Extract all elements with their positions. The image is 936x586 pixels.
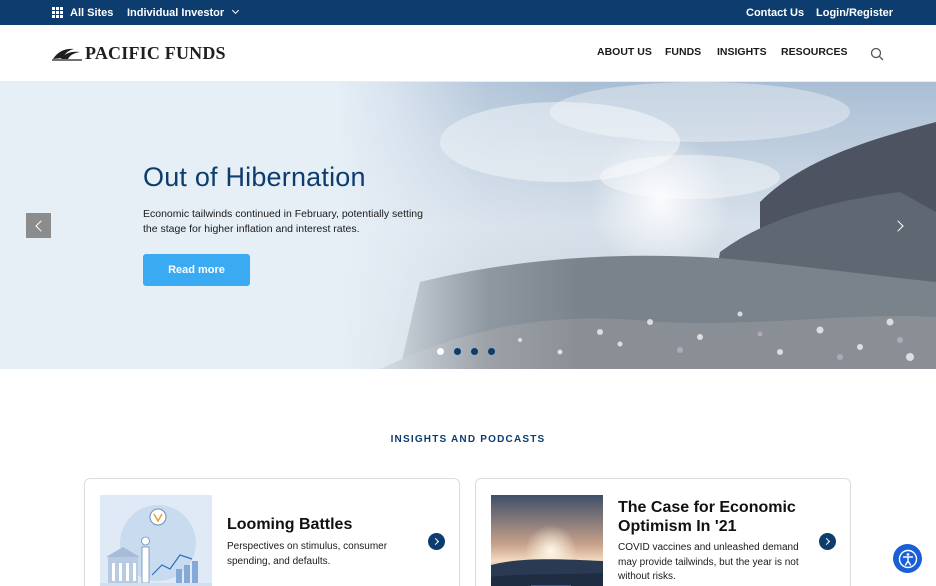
carousel-dot-1[interactable] [437, 348, 444, 355]
chevron-right-icon [892, 220, 904, 232]
hero-carousel: Out of Hibernation Economic tailwinds co… [0, 82, 936, 369]
card-description: COVID vaccines and unleashed demand may … [618, 542, 799, 582]
carousel-dots [437, 348, 495, 355]
audience-label: Individual Investor [127, 6, 225, 19]
carousel-dot-3[interactable] [471, 348, 478, 355]
wave-logo-icon [52, 48, 82, 61]
login-register-label: Login/Register [816, 6, 894, 19]
hero-title: Out of Hibernation [143, 162, 366, 192]
card-illustration-image [100, 495, 212, 586]
card-title: The Case for Economic Optimism In '21 [618, 499, 796, 535]
pacific-funds-logo[interactable]: PACIFIC FUNDS [52, 41, 226, 65]
card-arrow-button[interactable] [428, 533, 445, 550]
site-header: PACIFIC FUNDS ABOUT US FUNDS INSIGHTS RE… [0, 25, 936, 82]
card-sunrise-image [491, 495, 603, 586]
search-icon[interactable] [870, 47, 884, 61]
hero-description: Economic tailwinds continued in February… [143, 208, 423, 235]
nav-about-us[interactable]: ABOUT US [597, 46, 652, 58]
accessibility-button[interactable] [893, 544, 922, 573]
chevron-right-icon [822, 537, 831, 546]
insight-card-looming-battles[interactable]: Looming Battles Perspectives on stimulus… [84, 478, 460, 586]
section-title: INSIGHTS AND PODCASTS [390, 434, 546, 445]
card-arrow-button[interactable] [819, 533, 836, 550]
contact-us-label: Contact Us [746, 6, 805, 19]
insight-card-economic-optimism[interactable]: The Case for Economic Optimism In '21 CO… [475, 478, 851, 586]
chevron-right-icon [431, 537, 440, 546]
chevron-down-icon [232, 6, 240, 15]
read-more-button[interactable]: Read more [143, 254, 250, 286]
login-register-link[interactable]: Login/Register [816, 0, 893, 25]
chevron-left-icon [34, 219, 47, 232]
all-sites-label: All Sites [70, 6, 114, 19]
carousel-prev-button[interactable] [26, 213, 51, 238]
audience-selector[interactable]: Individual Investor [127, 0, 240, 25]
nav-funds[interactable]: FUNDS [665, 46, 701, 58]
card-title: Looming Battles [227, 516, 353, 533]
nav-resources[interactable]: RESOURCES [781, 46, 848, 58]
hero-overlay [0, 82, 936, 369]
carousel-dot-2[interactable] [454, 348, 461, 355]
contact-us-link[interactable]: Contact Us [746, 0, 804, 25]
utility-bar: All Sites Individual Investor Contact Us… [0, 0, 936, 25]
card-description: Perspectives on stimulus, consumer spend… [227, 541, 388, 567]
carousel-dot-4[interactable] [488, 348, 495, 355]
nav-insights[interactable]: INSIGHTS [717, 46, 767, 58]
grid-icon [52, 7, 63, 18]
logo-text: PACIFIC FUNDS [85, 42, 226, 63]
all-sites-link[interactable]: All Sites [52, 0, 113, 25]
accessibility-icon [898, 549, 917, 568]
carousel-next-button[interactable] [890, 216, 910, 236]
